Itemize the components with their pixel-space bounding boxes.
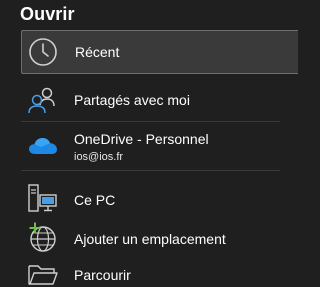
location-this-pc-label: Ce PC — [74, 192, 116, 208]
location-recent-label: Récent — [75, 44, 120, 60]
clock-icon — [28, 37, 58, 72]
location-add-place-label: Ajouter un emplacement — [74, 231, 226, 247]
location-onedrive-label: OneDrive - Personnel — [74, 131, 209, 147]
location-add-place[interactable]: Ajouter un emplacement — [21, 219, 298, 257]
add-location-globe-icon — [27, 222, 59, 259]
open-panel: Ouvrir Récent Partagés avec moi OneDrive… — [0, 0, 298, 287]
shared-people-icon — [27, 85, 57, 120]
location-browse-label: Parcourir — [74, 267, 131, 283]
folder-icon — [27, 262, 59, 287]
location-browse[interactable]: Parcourir — [21, 257, 298, 287]
location-shared-with-me[interactable]: Partagés avec moi — [21, 80, 298, 120]
location-this-pc[interactable]: Ce PC — [21, 179, 298, 217]
onedrive-cloud-icon — [27, 134, 59, 163]
divider — [21, 170, 280, 171]
computer-icon — [27, 183, 59, 220]
location-recent[interactable]: Récent — [21, 30, 298, 74]
location-onedrive-personal[interactable]: OneDrive - Personnel ios@ios.fr — [21, 124, 298, 168]
panel-title: Ouvrir — [20, 4, 75, 24]
onedrive-account-email: ios@ios.fr — [74, 151, 124, 163]
location-shared-label: Partagés avec moi — [74, 92, 190, 108]
divider — [21, 121, 280, 122]
